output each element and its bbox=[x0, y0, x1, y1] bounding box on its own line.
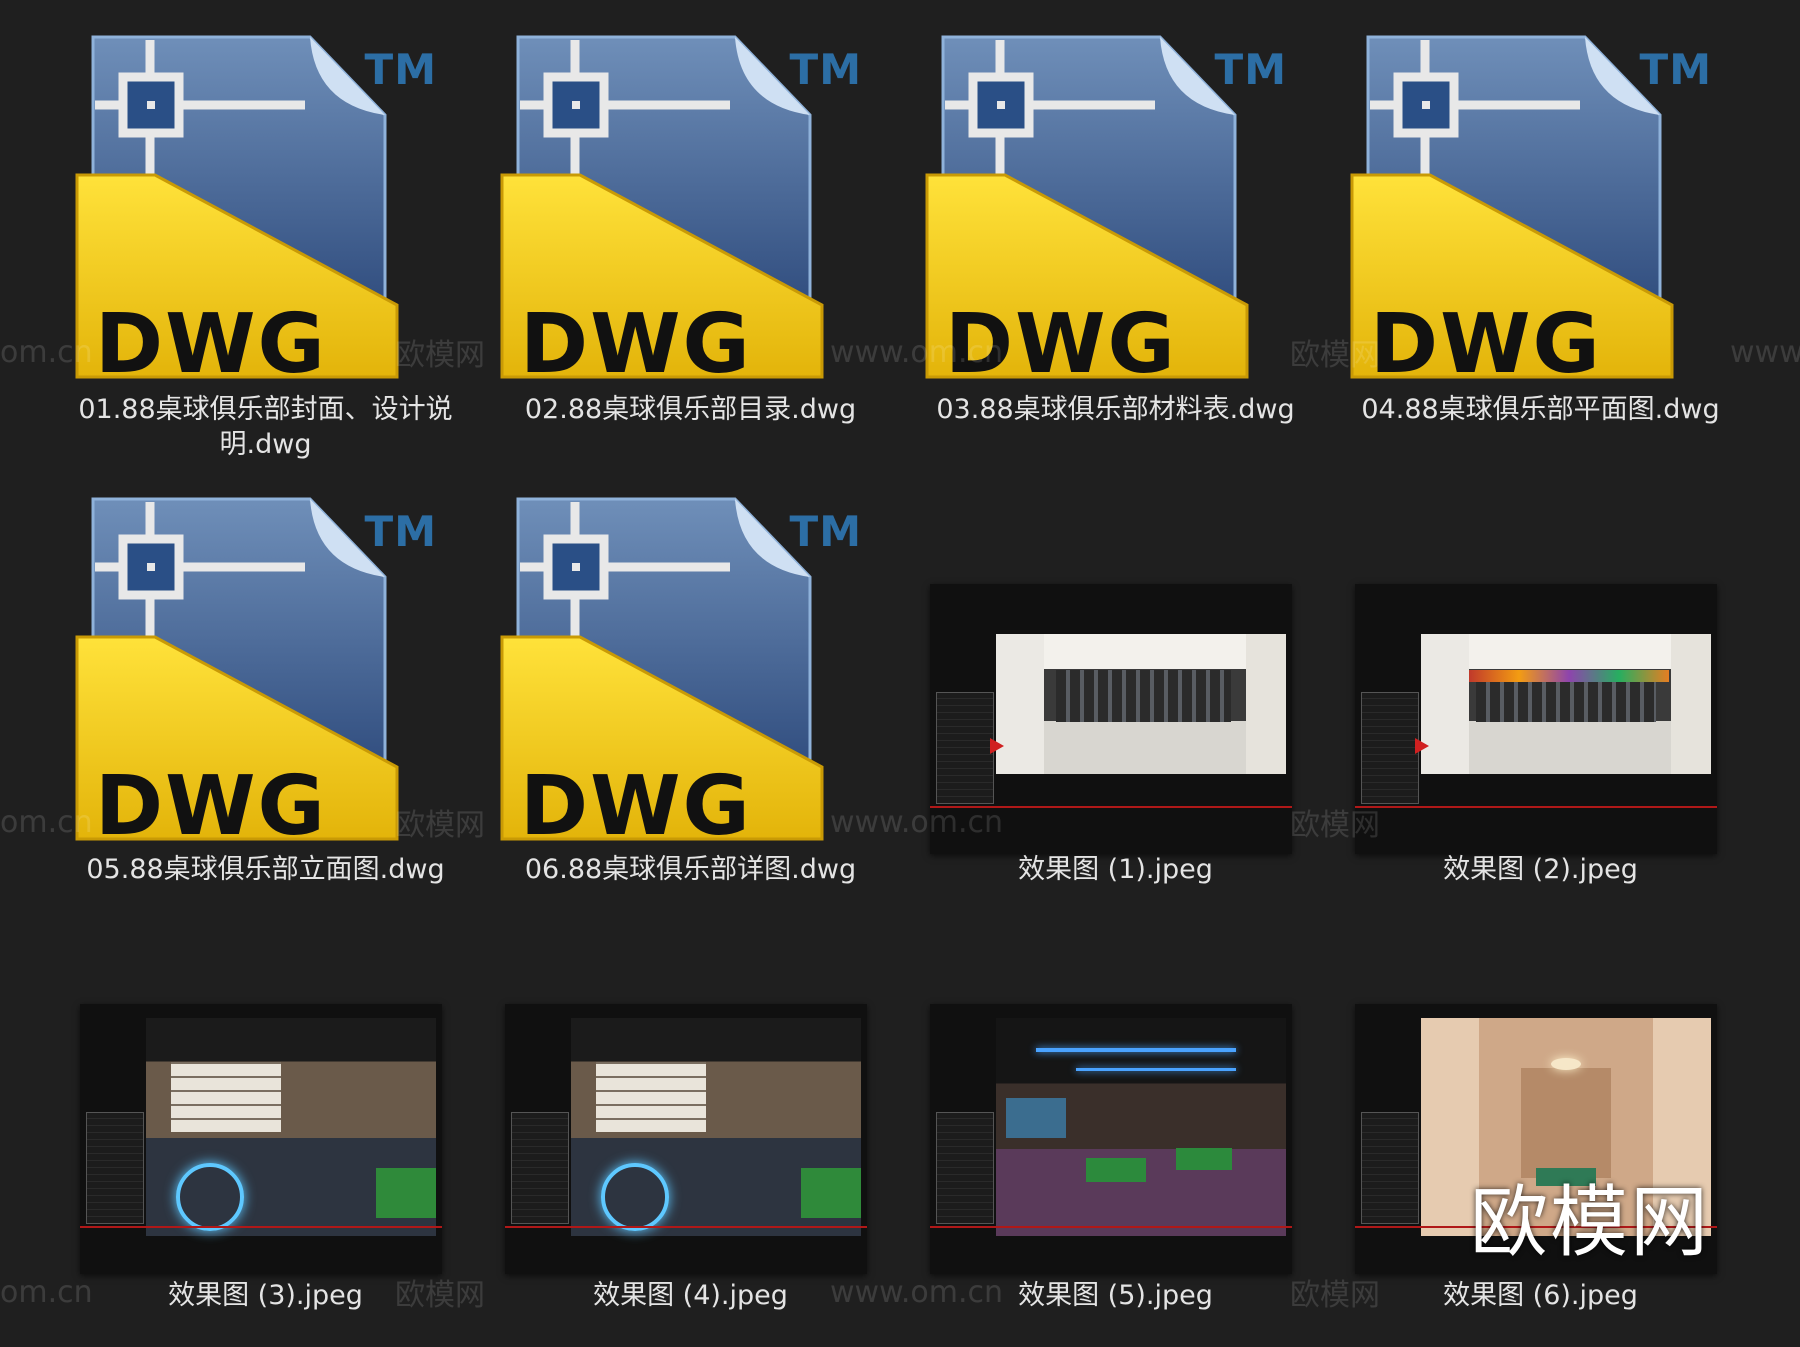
file-name[interactable]: 效果图 (3).jpeg bbox=[53, 1278, 478, 1313]
image-thumbnail bbox=[930, 584, 1292, 854]
file-name[interactable]: 03.88桌球俱乐部材料表.dwg bbox=[903, 392, 1328, 427]
dwg-label: DWG bbox=[520, 297, 752, 392]
file-item[interactable]: 效果图 (2).jpeg bbox=[1328, 462, 1753, 902]
floor-plan-thumbnail bbox=[86, 1112, 144, 1224]
dwg-label: DWG bbox=[520, 759, 752, 854]
file-item[interactable]: TM DWG 01.88桌球俱乐部封面、设计说明.dwg bbox=[53, 0, 478, 460]
brand-watermark: 欧模网 bbox=[1470, 1178, 1711, 1268]
trademark-label: TM bbox=[364, 507, 437, 556]
floor-plan-thumbnail bbox=[1361, 692, 1419, 804]
render-storefront-colored bbox=[1421, 634, 1711, 774]
file-item[interactable]: TM DWG 04.88桌球俱乐部平面图.dwg bbox=[1328, 0, 1753, 440]
dwg-label: DWG bbox=[945, 297, 1177, 392]
dwg-label: DWG bbox=[95, 297, 327, 392]
file-item[interactable]: TM DWG 05.88桌球俱乐部立面图.dwg bbox=[53, 462, 478, 902]
divider bbox=[80, 1226, 442, 1228]
dwg-file-icon: TM DWG bbox=[75, 35, 455, 400]
divider bbox=[930, 1226, 1292, 1228]
file-name[interactable]: 效果图 (5).jpeg bbox=[903, 1278, 1328, 1313]
divider bbox=[1355, 806, 1717, 808]
file-item[interactable]: 效果图 (1).jpeg bbox=[903, 462, 1328, 902]
floor-plan-thumbnail bbox=[936, 692, 994, 804]
file-name[interactable]: 效果图 (4).jpeg bbox=[478, 1278, 903, 1313]
render-lounge bbox=[146, 1018, 436, 1236]
file-name[interactable]: 06.88桌球俱乐部详图.dwg bbox=[478, 852, 903, 887]
trademark-label: TM bbox=[789, 507, 862, 556]
file-item[interactable]: TM DWG 03.88桌球俱乐部材料表.dwg bbox=[903, 0, 1328, 440]
file-name[interactable]: 02.88桌球俱乐部目录.dwg bbox=[478, 392, 903, 427]
image-thumbnail bbox=[80, 1004, 442, 1274]
divider bbox=[930, 806, 1292, 808]
floor-plan-thumbnail bbox=[511, 1112, 569, 1224]
view-arrow-icon bbox=[1415, 738, 1429, 754]
dwg-file-icon: TM DWG bbox=[75, 497, 455, 862]
file-item[interactable]: 效果图 (3).jpeg bbox=[53, 888, 478, 1328]
file-name[interactable]: 05.88桌球俱乐部立面图.dwg bbox=[53, 852, 478, 887]
dwg-file-icon: TM DWG bbox=[1350, 35, 1730, 400]
file-item[interactable]: TM DWG 02.88桌球俱乐部目录.dwg bbox=[478, 0, 903, 440]
dwg-file-icon: TM DWG bbox=[500, 497, 880, 862]
image-thumbnail bbox=[930, 1004, 1292, 1274]
dwg-file-icon: TM DWG bbox=[925, 35, 1305, 400]
trademark-label: TM bbox=[1214, 45, 1287, 94]
file-item[interactable]: TM DWG 06.88桌球俱乐部详图.dwg bbox=[478, 462, 903, 902]
file-name[interactable]: 04.88桌球俱乐部平面图.dwg bbox=[1328, 392, 1753, 427]
file-name[interactable]: 01.88桌球俱乐部封面、设计说明.dwg bbox=[53, 392, 478, 462]
image-thumbnail bbox=[505, 1004, 867, 1274]
trademark-label: TM bbox=[364, 45, 437, 94]
render-billiard-hall bbox=[996, 1018, 1286, 1236]
image-thumbnail bbox=[1355, 584, 1717, 854]
file-item[interactable]: 效果图 (5).jpeg bbox=[903, 888, 1328, 1328]
file-name[interactable]: 效果图 (1).jpeg bbox=[903, 852, 1328, 887]
floor-plan-thumbnail bbox=[936, 1112, 994, 1224]
file-item[interactable]: 效果图 (4).jpeg bbox=[478, 888, 903, 1328]
floor-plan-thumbnail bbox=[1361, 1112, 1419, 1224]
trademark-label: TM bbox=[1639, 45, 1712, 94]
dwg-label: DWG bbox=[95, 759, 327, 854]
render-lounge bbox=[571, 1018, 861, 1236]
render-storefront bbox=[996, 634, 1286, 774]
trademark-label: TM bbox=[789, 45, 862, 94]
dwg-label: DWG bbox=[1370, 297, 1602, 392]
file-name[interactable]: 效果图 (2).jpeg bbox=[1328, 852, 1753, 887]
dwg-file-icon: TM DWG bbox=[500, 35, 880, 400]
view-arrow-icon bbox=[990, 738, 1004, 754]
file-name[interactable]: 效果图 (6).jpeg bbox=[1328, 1278, 1753, 1313]
divider bbox=[505, 1226, 867, 1228]
